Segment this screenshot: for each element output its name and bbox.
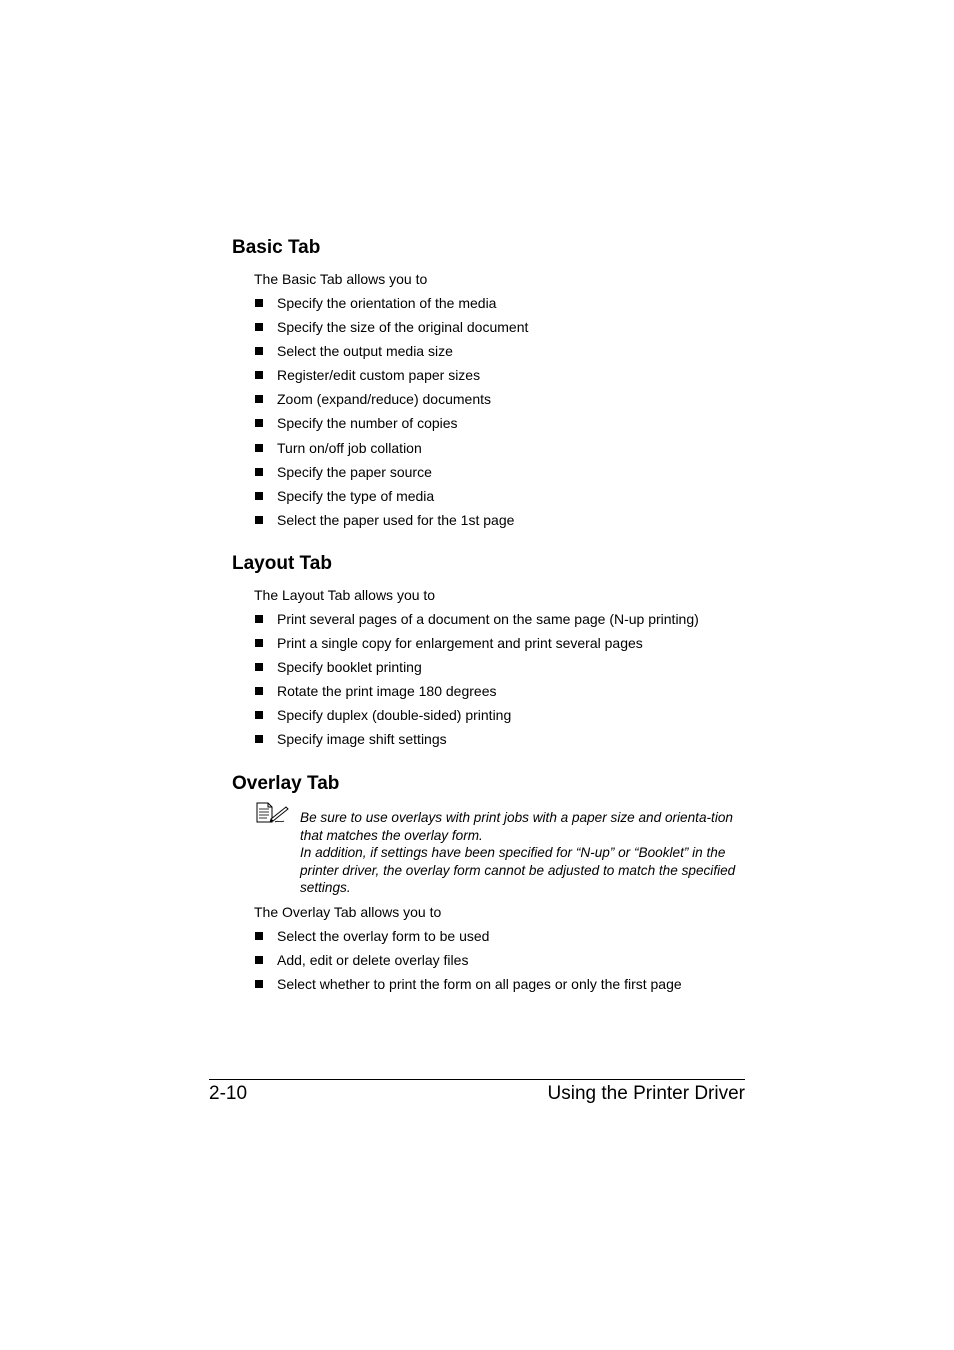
- basic-tab-feature-list: Specify the orientation of the media Spe…: [254, 291, 528, 532]
- square-bullet-icon: [255, 467, 263, 476]
- overlay-tab-feature-list: Select the overlay form to be used Add, …: [254, 924, 682, 996]
- square-bullet-icon: [255, 347, 263, 356]
- square-bullet-icon: [255, 711, 263, 720]
- square-bullet-icon: [255, 639, 263, 648]
- list-item: Register/edit custom paper sizes: [254, 363, 528, 387]
- list-item: Turn on/off job collation: [254, 436, 528, 460]
- footer-divider: [209, 1079, 745, 1080]
- list-item: Specify duplex (double-sided) printing: [254, 703, 699, 727]
- square-bullet-icon: [255, 663, 263, 672]
- square-bullet-icon: [255, 491, 263, 500]
- square-bullet-icon: [255, 687, 263, 696]
- section-intro-basic-tab: The Basic Tab allows you to: [254, 271, 428, 287]
- square-bullet-icon: [255, 956, 263, 965]
- list-item: Zoom (expand/reduce) documents: [254, 387, 528, 411]
- note-text: Be sure to use overlays with print jobs …: [300, 810, 733, 843]
- list-item: Rotate the print image 180 degrees: [254, 679, 699, 703]
- list-item: Specify booklet printing: [254, 655, 699, 679]
- list-item: Specify the size of the original documen…: [254, 315, 528, 339]
- square-bullet-icon: [255, 323, 263, 332]
- square-bullet-icon: [255, 371, 263, 380]
- section-intro-overlay-tab: The Overlay Tab allows you to: [254, 904, 442, 920]
- square-bullet-icon: [255, 980, 263, 989]
- square-bullet-icon: [255, 515, 263, 524]
- section-heading-basic-tab: Basic Tab: [232, 237, 321, 258]
- square-bullet-icon: [255, 615, 263, 623]
- layout-tab-feature-list: Print several pages of a document on the…: [254, 607, 699, 752]
- list-item: Select the overlay form to be used: [254, 924, 682, 948]
- square-bullet-icon: [255, 419, 263, 428]
- page-number: 2-10: [209, 1083, 248, 1104]
- section-heading-overlay-tab: Overlay Tab: [232, 773, 340, 794]
- section-intro-layout-tab: The Layout Tab allows you to: [254, 587, 436, 603]
- square-bullet-icon: [255, 299, 263, 307]
- list-item: Specify the number of copies: [254, 411, 528, 435]
- section-heading-layout-tab: Layout Tab: [232, 553, 332, 574]
- list-item: Specify the orientation of the media: [254, 291, 528, 315]
- list-item: Select the output media size: [254, 339, 528, 363]
- note-pencil-icon: [256, 802, 289, 823]
- overlay-note: Be sure to use overlays with print jobs …: [300, 809, 745, 897]
- square-bullet-icon: [255, 932, 263, 940]
- chapter-title: Using the Printer Driver: [547, 1083, 745, 1104]
- list-item: Select the paper used for the 1st page: [254, 508, 528, 532]
- list-item: Specify the paper source: [254, 460, 528, 484]
- square-bullet-icon: [255, 443, 263, 452]
- list-item: Print a single copy for enlargement and …: [254, 631, 699, 655]
- list-item: Print several pages of a document on the…: [254, 607, 699, 631]
- note-text: In addition, if settings have been speci…: [300, 845, 736, 896]
- square-bullet-icon: [255, 735, 263, 744]
- list-item: Specify image shift settings: [254, 727, 699, 751]
- list-item: Add, edit or delete overlay files: [254, 948, 682, 972]
- list-item: Select whether to print the form on all …: [254, 972, 682, 996]
- square-bullet-icon: [255, 395, 263, 404]
- list-item: Specify the type of media: [254, 484, 528, 508]
